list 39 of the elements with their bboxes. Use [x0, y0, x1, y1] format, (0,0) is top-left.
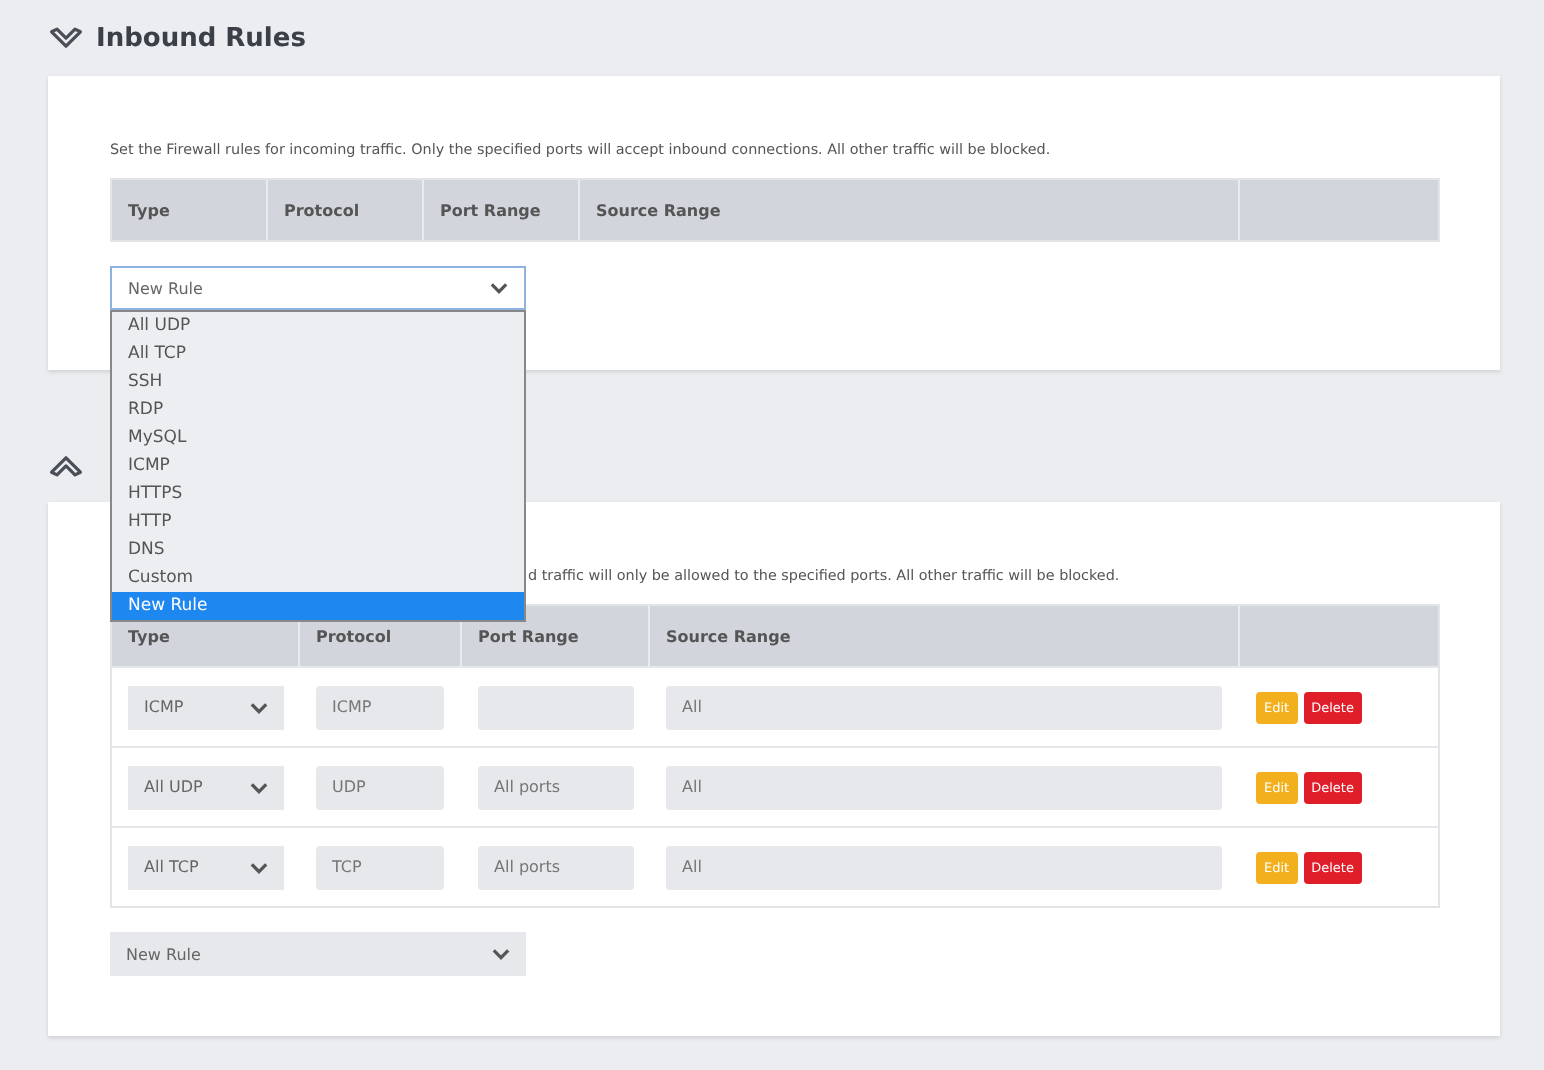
protocol-field[interactable]: UDP [316, 765, 444, 809]
dropdown-option[interactable]: All UDP [112, 312, 524, 340]
column-header: Port Range [424, 180, 580, 240]
caret-icon [250, 701, 268, 713]
port-range-field[interactable] [478, 685, 634, 729]
dropdown-option[interactable]: SSH [112, 368, 524, 396]
source-range-field[interactable]: All [666, 765, 1222, 809]
new-rule-select[interactable]: New Rule [110, 932, 526, 976]
dropdown-option[interactable]: MySQL [112, 424, 524, 452]
column-header: Source Range [650, 606, 1240, 666]
dropdown-option[interactable]: RDP [112, 396, 524, 424]
source-range-field[interactable]: All [666, 845, 1222, 889]
dropdown-option[interactable]: HTTP [112, 508, 524, 536]
protocol-field[interactable]: TCP [316, 845, 444, 889]
caret-icon [492, 948, 510, 960]
dropdown-option[interactable]: New Rule [112, 592, 524, 620]
type-select[interactable]: All TCP [128, 845, 284, 889]
column-header: Protocol [268, 180, 424, 240]
type-select[interactable]: All UDP [128, 765, 284, 809]
column-header: Type [112, 180, 268, 240]
caret-icon [250, 861, 268, 873]
type-select[interactable]: ICMP [128, 685, 284, 729]
protocol-field[interactable]: ICMP [316, 685, 444, 729]
chevron-down-icon[interactable] [48, 25, 84, 51]
dropdown-option[interactable]: All TCP [112, 340, 524, 368]
column-header: Source Range [580, 180, 1240, 240]
dropdown-option[interactable]: ICMP [112, 452, 524, 480]
caret-icon [490, 282, 508, 294]
port-range-field[interactable]: All ports [478, 845, 634, 889]
dropdown-option[interactable]: Custom [112, 564, 524, 592]
port-range-field[interactable]: All ports [478, 765, 634, 809]
dropdown-option[interactable]: HTTPS [112, 480, 524, 508]
section-title: Inbound Rules [96, 23, 306, 53]
dropdown-option[interactable]: DNS [112, 536, 524, 564]
new-rule-select[interactable]: New Rule [110, 266, 526, 310]
chevron-up-icon[interactable] [48, 451, 84, 477]
source-range-field[interactable]: All [666, 685, 1222, 729]
column-header: Port Range [462, 606, 650, 666]
caret-icon [250, 781, 268, 793]
